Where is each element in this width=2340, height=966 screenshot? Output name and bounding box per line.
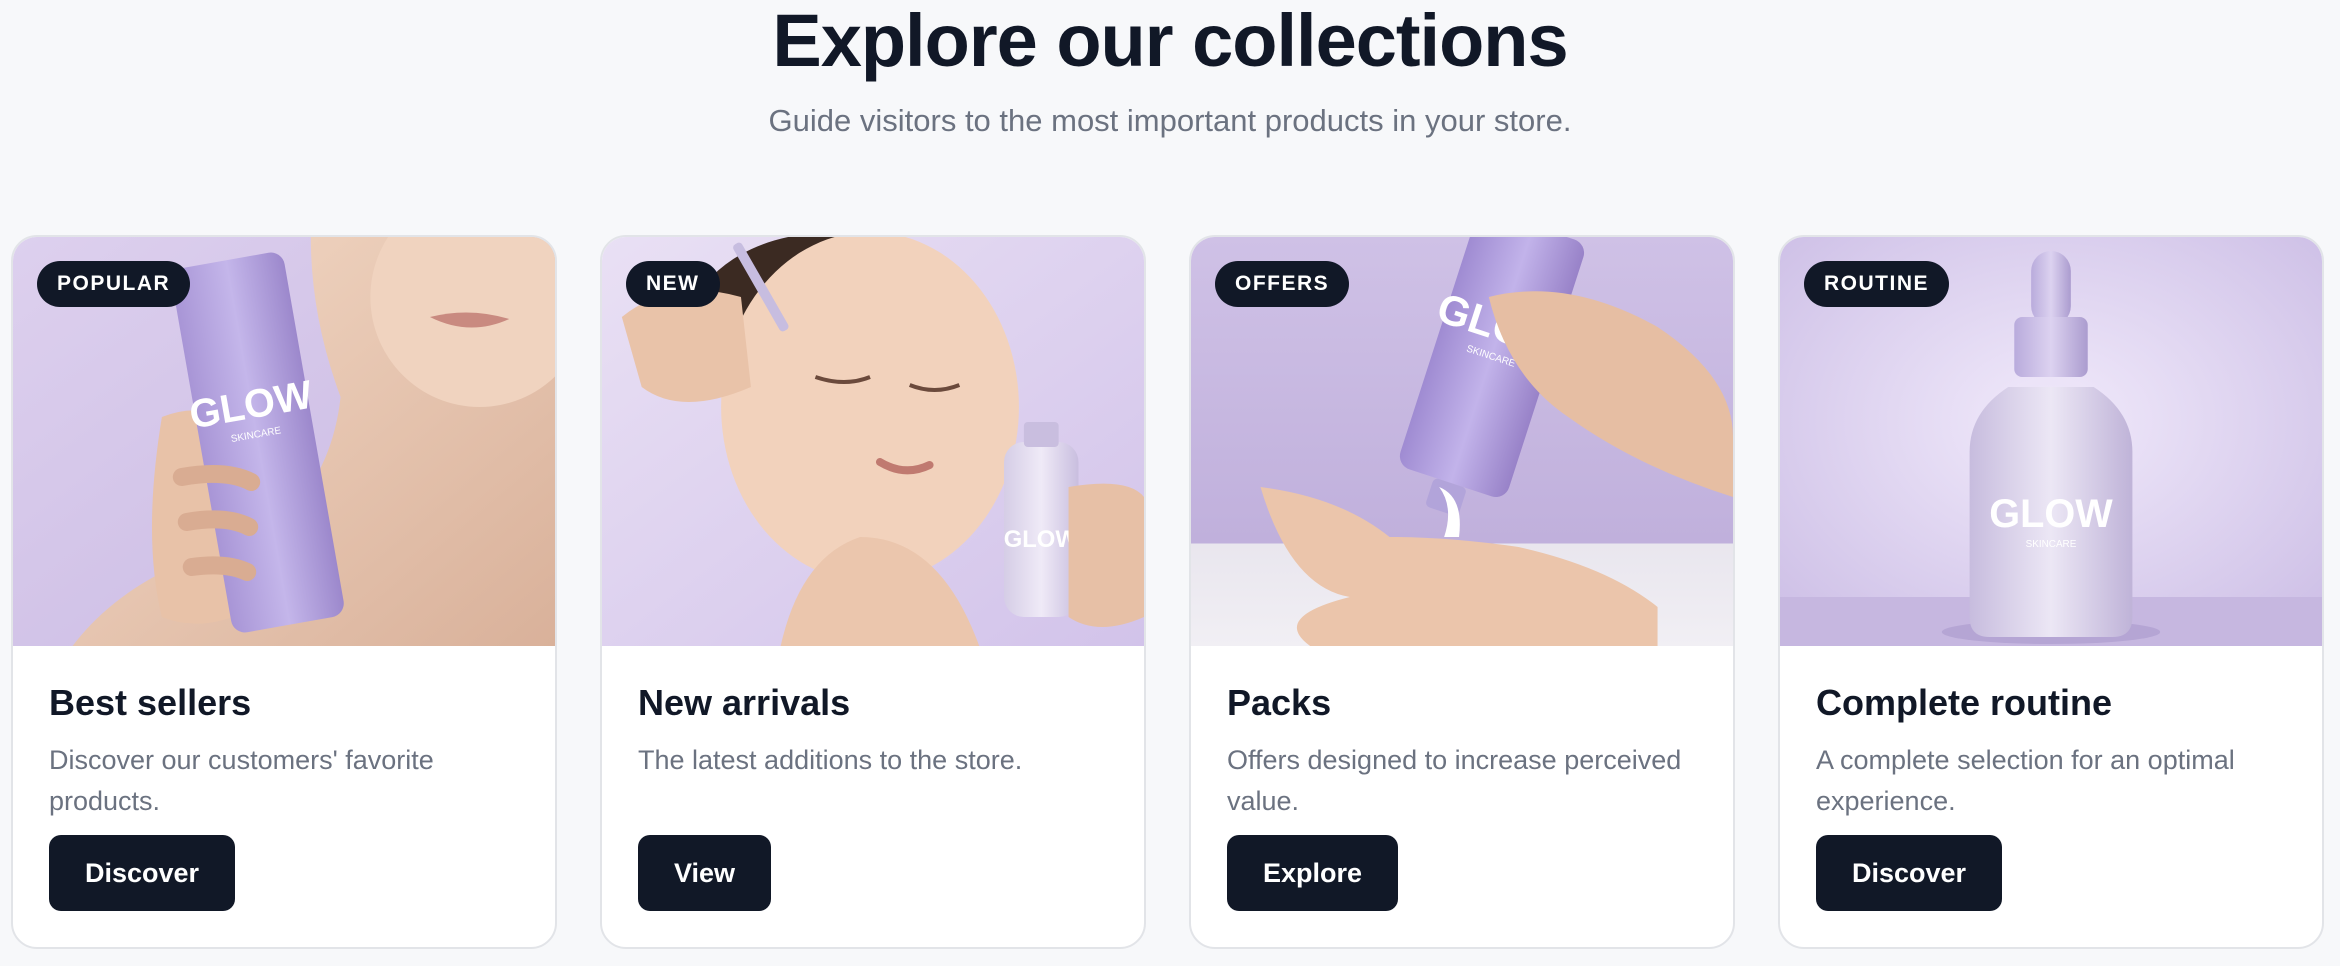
card-title: Packs — [1227, 682, 1332, 723]
card-description: Offers designed to increase perceived va… — [1227, 745, 1682, 816]
card-image-complete-routine: GLOW SKINCARE ROUTINE — [1780, 237, 2322, 646]
card-image-best-sellers: GLOW SKINCARE POPULAR — [13, 237, 555, 646]
section-header: Explore our collections Guide visitors t… — [0, 0, 2340, 139]
collection-card-packs: GLOW SKINCARE OFFERS Packs Offers design… — [1189, 235, 1735, 949]
badge-routine: ROUTINE — [1804, 261, 1949, 307]
badge-offers: OFFERS — [1215, 261, 1350, 307]
card-description: The latest additions to the store. — [638, 745, 1023, 775]
discover-button[interactable]: Discover — [1816, 835, 2003, 911]
card-description: A complete selection for an optimal expe… — [1816, 745, 2235, 816]
card-title: Best sellers — [49, 682, 252, 723]
page-title: Explore our collections — [772, 0, 1568, 82]
svg-text:SKINCARE: SKINCARE — [2026, 539, 2077, 550]
card-body: Best sellers Discover our customers' fav… — [13, 646, 555, 822]
card-title: New arrivals — [638, 682, 851, 723]
explore-button[interactable]: Explore — [1227, 835, 1399, 911]
collection-card-complete-routine: GLOW SKINCARE ROUTINE Complete routine A… — [1778, 235, 2324, 949]
card-body: Complete routine A complete selection fo… — [1780, 646, 2322, 822]
collection-cards: GLOW SKINCARE POPULAR Best sellers Disco… — [11, 235, 2327, 949]
card-title: Complete routine — [1816, 682, 2113, 723]
page-subtitle: Guide visitors to the most important pro… — [768, 103, 1572, 138]
card-body: New arrivals The latest additions to the… — [602, 646, 1144, 822]
badge-popular: POPULAR — [37, 261, 191, 307]
svg-text:GLOW: GLOW — [1989, 492, 2113, 536]
badge-new: NEW — [626, 261, 720, 307]
svg-text:GLOW: GLOW — [1004, 526, 1079, 553]
view-button[interactable]: View — [638, 835, 772, 911]
collection-card-best-sellers: GLOW SKINCARE POPULAR Best sellers Disco… — [11, 235, 557, 949]
collections-section: Explore our collections Guide visitors t… — [0, 0, 2340, 966]
card-image-packs: GLOW SKINCARE OFFERS — [1191, 237, 1733, 646]
card-description: Discover our customers' favorite product… — [49, 745, 434, 816]
discover-button[interactable]: Discover — [49, 835, 236, 911]
card-body: Packs Offers designed to increase percei… — [1191, 646, 1733, 822]
card-image-new-arrivals: GLOW NEW — [602, 237, 1144, 646]
collection-card-new-arrivals: GLOW NEW New arrivals The latest additio… — [600, 235, 1146, 949]
